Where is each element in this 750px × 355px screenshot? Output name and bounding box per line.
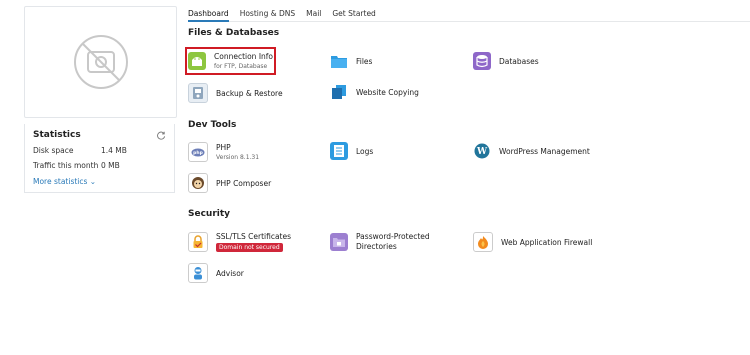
wordpress-tile[interactable]: W WordPress Management xyxy=(473,142,590,160)
backup-restore-tile[interactable]: Backup & Restore xyxy=(188,83,283,103)
disk-space-row: Disk space 1.4 MB xyxy=(33,146,166,155)
database-icon xyxy=(473,52,491,70)
refresh-icon[interactable] xyxy=(157,131,166,140)
ssl-tile[interactable]: SSL/TLS Certificates Domain not secured xyxy=(188,232,291,252)
ssl-lock-icon xyxy=(188,232,208,252)
databases-label: Databases xyxy=(499,56,539,66)
firewall-tile[interactable]: Web Application Firewall xyxy=(473,232,592,252)
password-directories-tile[interactable]: Password-Protected Directories xyxy=(330,232,446,252)
website-copying-tile[interactable]: Website Copying xyxy=(330,83,419,101)
section-security: Security xyxy=(188,209,231,219)
svg-text:W: W xyxy=(476,147,488,157)
firewall-label: Web Application Firewall xyxy=(501,237,593,247)
ssl-label: SSL/TLS Certificates xyxy=(216,232,291,241)
backup-restore-label: Backup & Restore xyxy=(216,88,283,98)
section-dev-tools: Dev Tools xyxy=(188,120,237,130)
logs-tile[interactable]: Logs xyxy=(330,142,373,160)
php-icon: php xyxy=(188,142,208,162)
protected-folder-icon xyxy=(330,232,348,251)
copy-icon xyxy=(330,83,348,101)
left-panel: Statistics Disk space 1.4 MB Traffic thi… xyxy=(24,6,177,193)
password-directories-label: Password-Protected Directories xyxy=(356,232,430,251)
section-files-databases: Files & Databases xyxy=(188,28,280,38)
tab-mail[interactable]: Mail xyxy=(306,9,321,18)
tab-get-started[interactable]: Get Started xyxy=(332,9,375,18)
statistics-title: Statistics xyxy=(33,130,81,140)
traffic-row: Traffic this month 0 MB xyxy=(33,161,166,170)
files-label: Files xyxy=(356,56,373,66)
advisor-tile[interactable]: Advisor xyxy=(188,263,244,283)
advisor-label: Advisor xyxy=(216,268,244,278)
domain-not-secured-badge: Domain not secured xyxy=(216,243,283,252)
highlight-box xyxy=(185,47,276,75)
site-thumbnail xyxy=(24,6,177,118)
traffic-value: 0 MB xyxy=(101,161,120,170)
wordpress-icon: W xyxy=(473,142,491,160)
main-content: Dashboard Hosting & DNS Mail Get Started… xyxy=(185,0,750,283)
composer-icon xyxy=(188,173,208,193)
tab-hosting-dns[interactable]: Hosting & DNS xyxy=(240,9,295,18)
php-version: Version 8.1.31 xyxy=(216,154,260,161)
website-copying-label: Website Copying xyxy=(356,87,419,97)
logs-label: Logs xyxy=(356,146,374,156)
tab-dashboard[interactable]: Dashboard xyxy=(188,9,229,22)
php-composer-tile[interactable]: PHP Composer xyxy=(188,173,271,193)
traffic-label: Traffic this month xyxy=(33,161,99,170)
fire-icon xyxy=(473,232,493,252)
statistics-panel: Statistics Disk space 1.4 MB Traffic thi… xyxy=(24,124,175,193)
disk-space-value: 1.4 MB xyxy=(101,146,127,155)
tab-bar: Dashboard Hosting & DNS Mail Get Started xyxy=(188,0,750,22)
advisor-icon xyxy=(188,263,208,283)
more-statistics-link[interactable]: More statistics ⌄ xyxy=(33,177,166,186)
php-composer-label: PHP Composer xyxy=(216,178,272,188)
logs-icon xyxy=(330,142,348,160)
no-image-icon xyxy=(73,35,128,89)
backup-icon xyxy=(188,83,208,103)
svg-text:php: php xyxy=(193,150,203,156)
disk-space-label: Disk space xyxy=(33,146,74,155)
php-tile[interactable]: php PHP Version 8.1.31 xyxy=(188,142,259,162)
php-label: PHP xyxy=(216,143,231,152)
files-tile[interactable]: Files xyxy=(330,52,372,70)
databases-tile[interactable]: Databases xyxy=(473,52,539,70)
wordpress-label: WordPress Management xyxy=(499,146,590,156)
folder-icon xyxy=(330,52,348,70)
